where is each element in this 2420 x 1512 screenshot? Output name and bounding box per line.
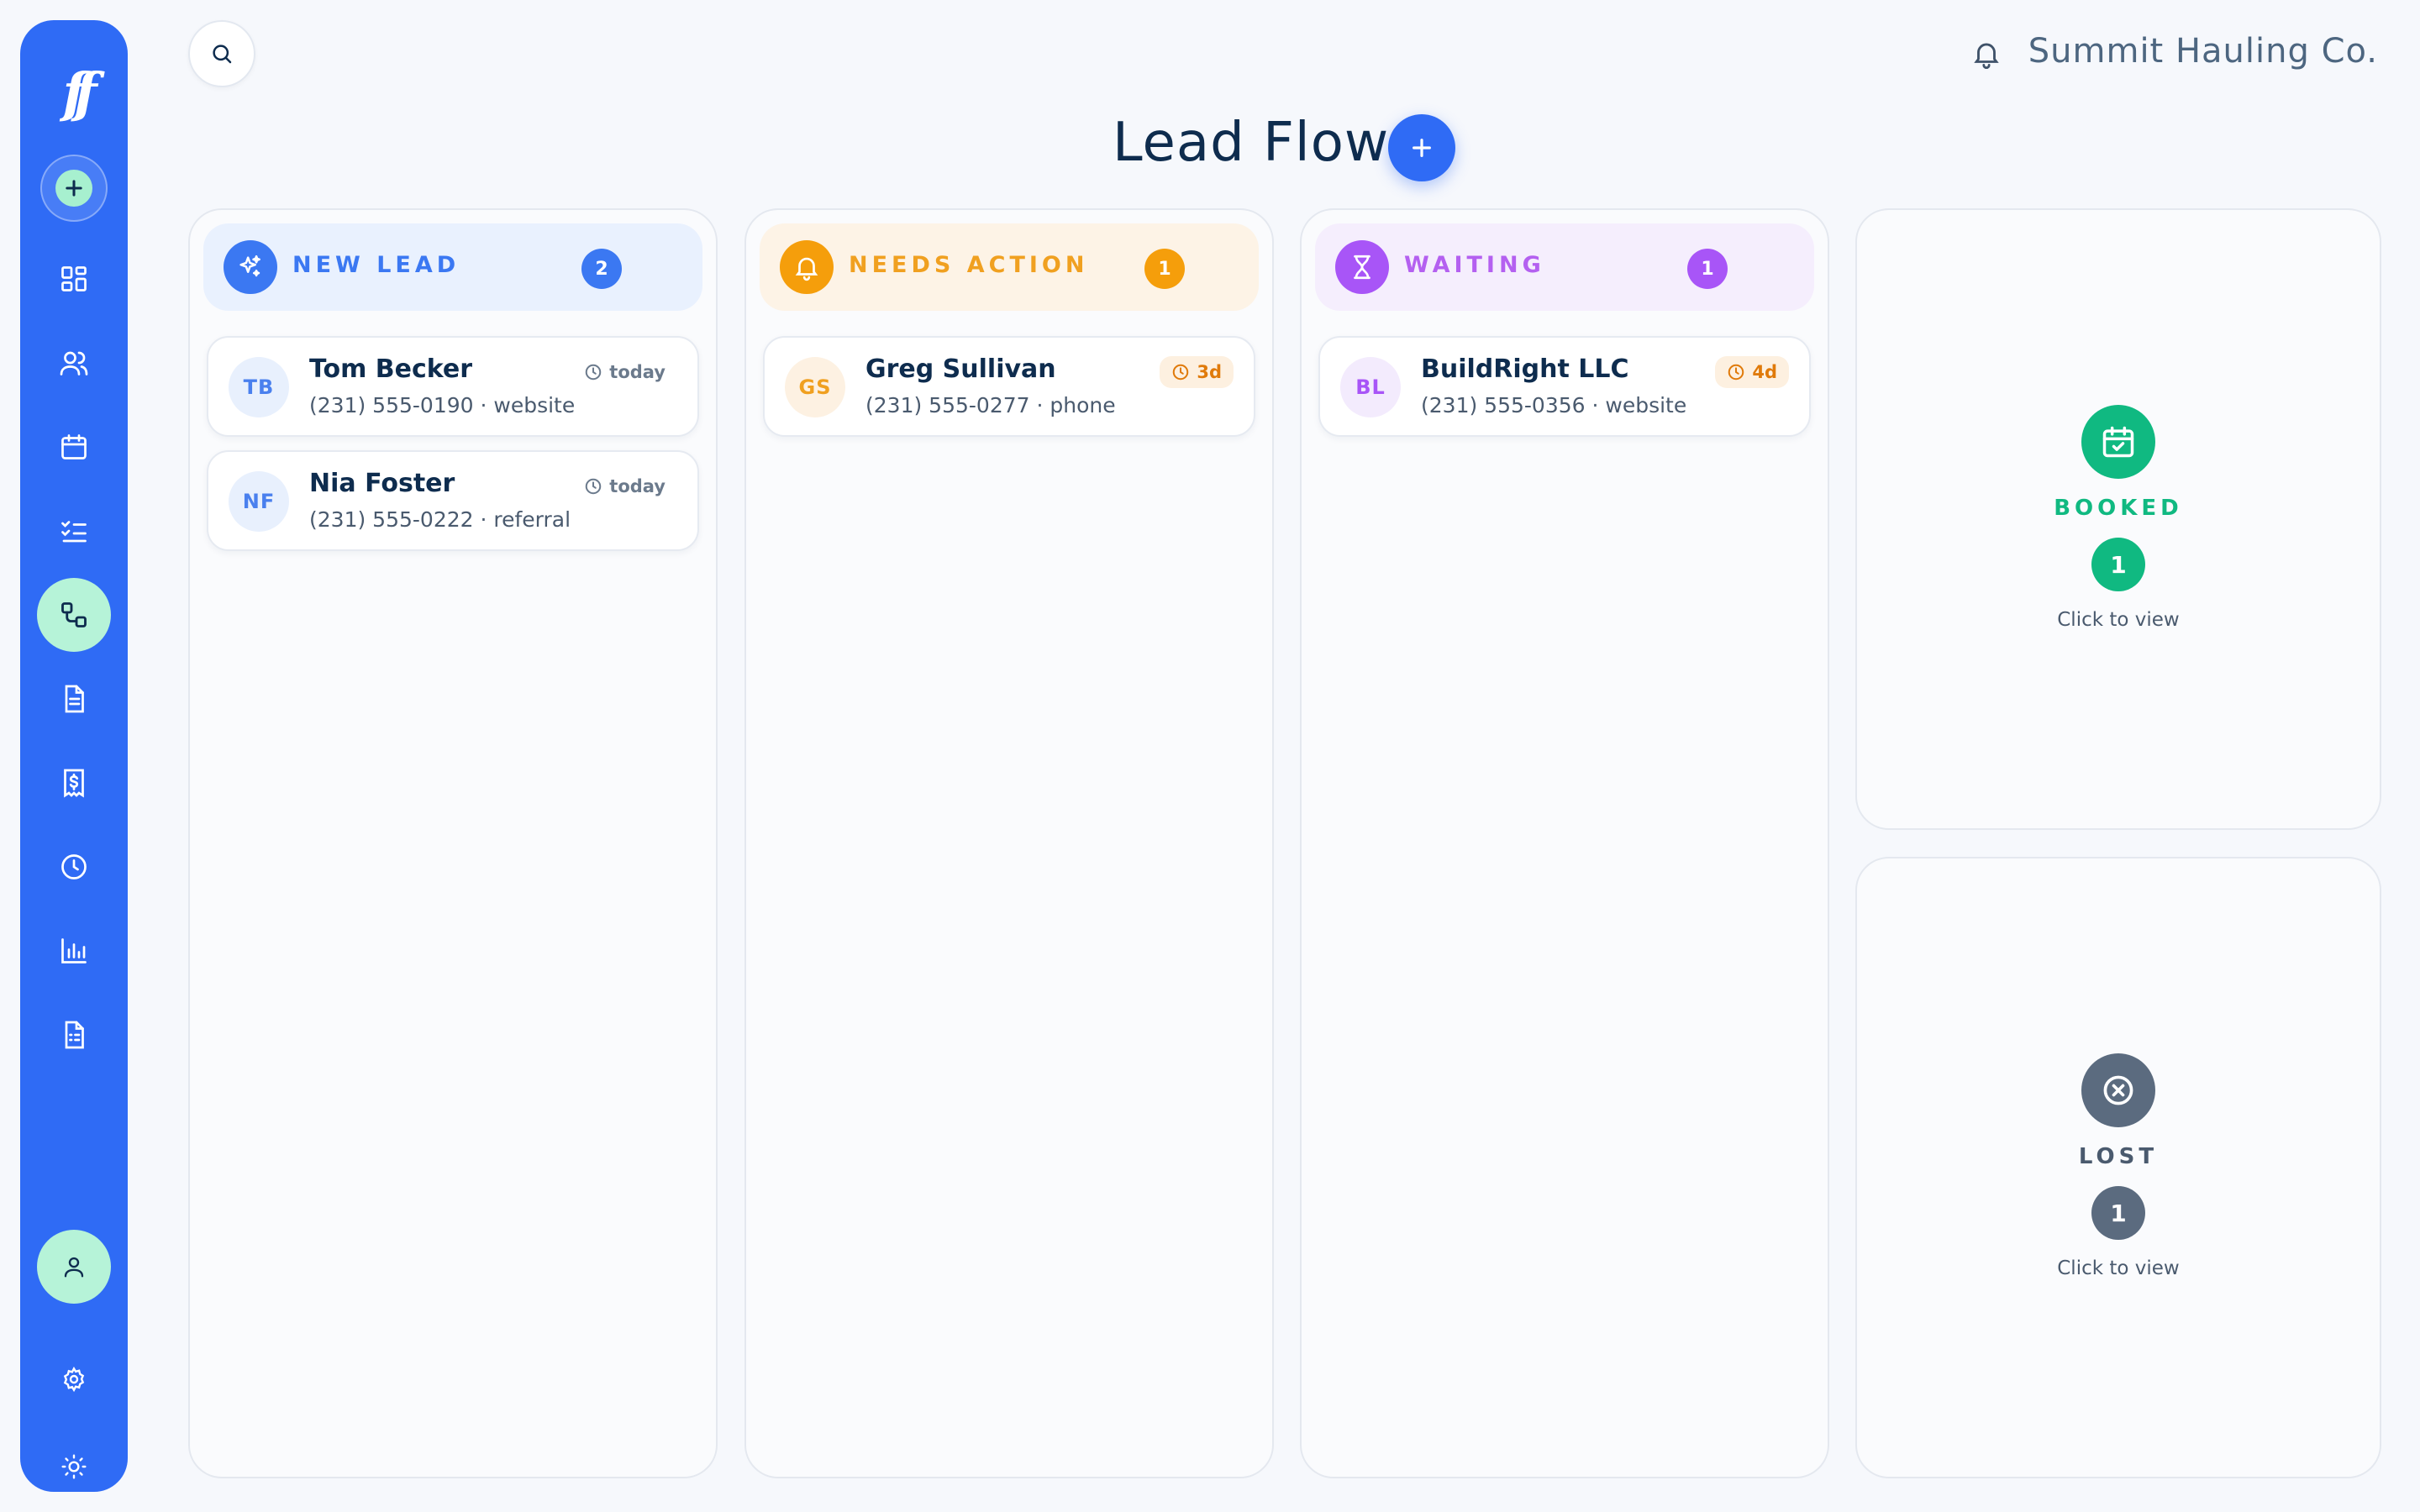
quick-add-button[interactable] [40,155,108,222]
booked-summary-card[interactable]: BOOKED 1 Click to view [1855,208,2381,830]
lead-name: BuildRight LLC [1421,354,1629,384]
form-icon [65,1021,84,1049]
user-icon [64,1257,84,1278]
count-badge: 1 [1144,249,1185,289]
settings-icon [63,1366,85,1393]
count-badge: 2 [581,249,622,289]
column-header: NEW LEAD 2 [203,223,702,311]
plus-icon [55,170,92,207]
count-badge: 1 [2091,1186,2145,1240]
age-text: 3d [1197,362,1222,382]
column-title: NEEDS ACTION [849,252,1089,278]
age-badge: 4d [1715,356,1789,388]
sidebar-item-documents[interactable] [49,674,99,724]
sidebar-item-dashboard[interactable] [49,254,99,304]
lead-card[interactable]: BL BuildRight LLC (231) 555-0356 · websi… [1318,336,1811,437]
sparkles-icon [224,240,277,294]
sidebar-item-invoices[interactable] [49,758,99,808]
summary-label: BOOKED [2054,496,2183,521]
age-text: today [609,476,666,496]
clock-icon [1728,364,1744,381]
users-icon [60,351,88,375]
lead-card[interactable]: NF Nia Foster (231) 555-0222 · referral … [207,450,699,551]
age-badge: today [572,470,677,502]
avatar: TB [229,357,289,417]
clock-icon [61,854,87,879]
column-title: WAITING [1404,252,1545,278]
column-new-lead: NEW LEAD 2 TB Tom Becker (231) 555-0190 … [188,208,718,1478]
clock-icon [586,364,602,381]
column-title: NEW LEAD [292,252,460,278]
click-to-view-link[interactable]: Click to view [1857,609,2380,631]
avatar: NF [229,471,289,532]
workflow-icon [61,602,87,627]
checklist-icon [61,521,87,543]
clock-icon [586,478,602,495]
theme-toggle[interactable] [49,1441,99,1492]
age-badge: today [572,356,677,388]
sidebar-item-profile[interactable] [37,1230,111,1304]
bell-icon [1974,43,1999,69]
lost-summary-card[interactable]: LOST 1 Click to view [1855,857,2381,1478]
lead-card[interactable]: GS Greg Sullivan (231) 555-0277 · phone … [763,336,1255,437]
sidebar-item-lead-flow[interactable] [37,578,111,652]
age-text: today [609,362,666,382]
avatar: GS [785,357,845,417]
summary-label: LOST [2078,1144,2159,1169]
sidebar-item-forms[interactable] [49,1010,99,1060]
age-badge: 3d [1160,356,1234,388]
company-name[interactable]: Summit Hauling Co. [2028,32,2378,71]
bell-icon [780,240,834,294]
count-badge: 1 [2091,538,2145,591]
sidebar-item-settings[interactable] [49,1354,99,1404]
calendar-icon [61,434,87,459]
column-header: WAITING 1 [1315,223,1814,311]
age-text: 4d [1752,362,1777,382]
calendar-check-icon [2081,405,2155,479]
lead-contact: (231) 555-0222 · referral [309,507,571,532]
hourglass-icon [1335,240,1389,294]
dashboard-icon [61,266,87,291]
clock-icon [1173,364,1189,381]
x-circle-icon [2081,1053,2155,1127]
notifications-button[interactable] [1966,34,2007,74]
lead-name: Nia Foster [309,469,455,498]
column-waiting: WAITING 1 BL BuildRight LLC (231) 555-03… [1300,208,1829,1478]
lead-contact: (231) 555-0277 · phone [865,393,1116,417]
column-needs-action: NEEDS ACTION 1 GS Greg Sullivan (231) 55… [744,208,1274,1478]
search-button[interactable] [188,20,255,87]
app-logo[interactable]: ff [62,62,97,125]
document-icon [65,685,84,713]
lead-card[interactable]: TB Tom Becker (231) 555-0190 · website t… [207,336,699,437]
sidebar-item-customers[interactable] [49,338,99,388]
lead-name: Greg Sullivan [865,354,1056,384]
sidebar-item-time[interactable] [49,842,99,892]
sidebar-item-reports[interactable] [49,926,99,976]
invoice-icon [64,769,84,798]
add-lead-button[interactable] [1388,114,1455,181]
click-to-view-link[interactable]: Click to view [1857,1257,2380,1279]
lead-contact: (231) 555-0356 · website [1421,393,1687,417]
search-icon [213,45,232,64]
plus-icon [1413,139,1431,157]
column-header: NEEDS ACTION 1 [760,223,1259,311]
avatar: BL [1340,357,1401,417]
sidebar-item-calendar[interactable] [49,422,99,472]
count-badge: 1 [1687,249,1728,289]
lead-name: Tom Becker [309,354,473,384]
bar-chart-icon [61,938,87,963]
sidebar-item-tasks[interactable] [49,506,99,556]
sun-icon [61,1454,87,1479]
sidebar: ff [20,20,128,1492]
page-title: Lead Flow [1113,112,1390,174]
lead-contact: (231) 555-0190 · website [309,393,576,417]
